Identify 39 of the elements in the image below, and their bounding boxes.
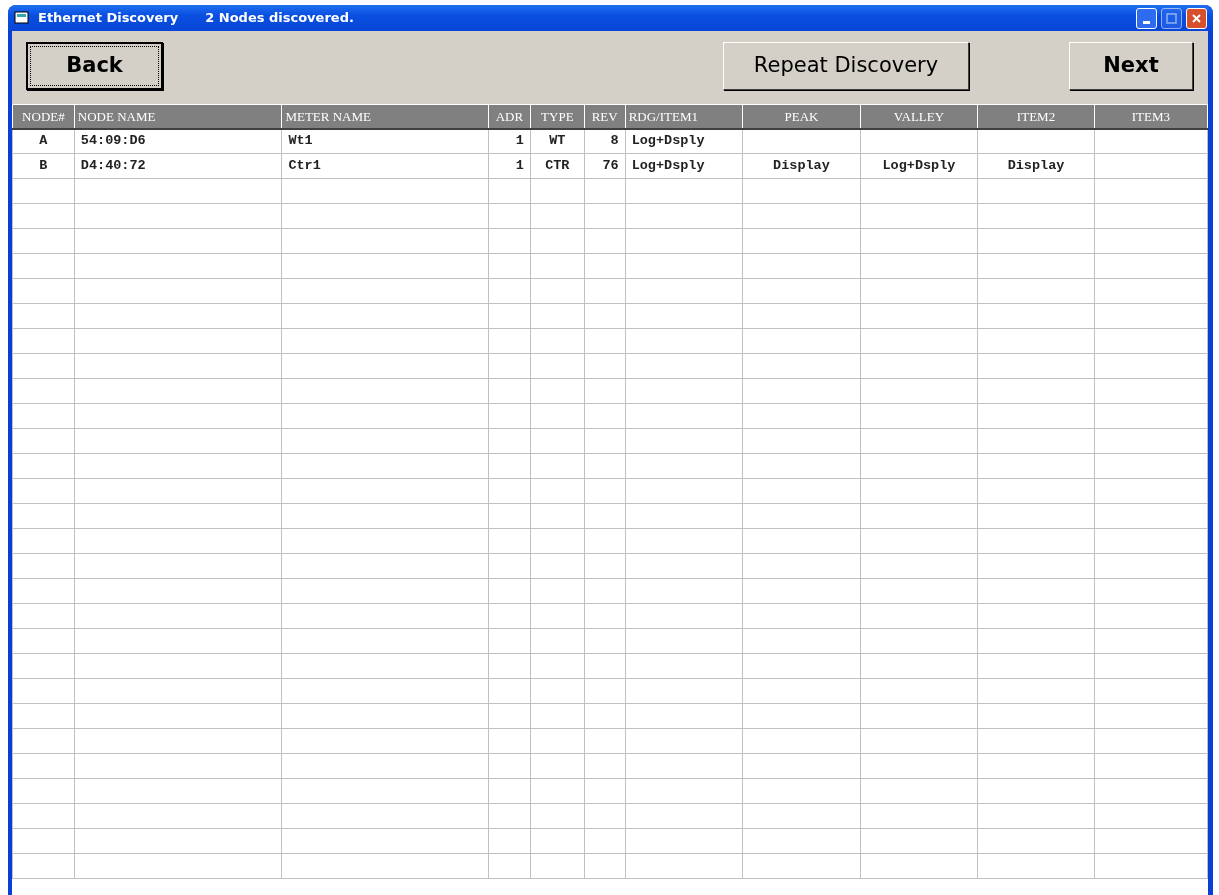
- maximize-icon: [1166, 12, 1177, 24]
- column-header: ADR: [495, 108, 524, 124]
- status-text: 2 Nodes discovered.: [205, 9, 354, 28]
- table-cell: WT: [549, 133, 566, 149]
- table-cell: Wt1: [288, 133, 313, 149]
- table-cell: D4:40:72: [80, 157, 146, 173]
- table-cell: 1: [515, 133, 524, 149]
- column-header: REV: [591, 108, 618, 124]
- table-cell: Log+Dsply: [631, 133, 705, 149]
- toolbar-button[interactable]: Repeat Discovery: [723, 41, 969, 90]
- column-header: ITEM3: [1131, 108, 1170, 124]
- close-button[interactable]: [1186, 7, 1207, 29]
- column-header: METER NAME: [285, 108, 371, 124]
- close-icon: [1191, 12, 1202, 24]
- table-cell: Log+Dsply: [882, 157, 956, 173]
- table-cell: 8: [610, 133, 619, 149]
- table-cell: A: [39, 133, 48, 149]
- column-header: ITEM2: [1016, 108, 1056, 124]
- window-title: Ethernet Discovery: [38, 9, 179, 28]
- column-header: NODE#: [22, 108, 65, 124]
- table-cell: CTR: [545, 157, 570, 173]
- table-cell: Log+Dsply: [631, 157, 705, 173]
- app-icon: [14, 11, 30, 25]
- minimize-button[interactable]: [1136, 7, 1157, 29]
- table-cell: 76: [602, 157, 619, 173]
- toolbar-button[interactable]: Next: [1069, 41, 1193, 90]
- toolbar-button[interactable]: Back: [26, 41, 163, 90]
- column-header: NODE NAME: [77, 108, 156, 124]
- table-cell: B: [39, 157, 48, 173]
- table-cell: 54:09:D6: [80, 133, 146, 149]
- minimize-icon: [1143, 20, 1150, 24]
- column-header: VALLEY: [893, 108, 945, 124]
- column-header: RDG/ITEM1: [628, 108, 698, 124]
- table-cell: Display: [773, 157, 830, 173]
- column-header: TYPE: [541, 108, 574, 124]
- column-header: PEAK: [784, 108, 819, 124]
- table-cell: 1: [515, 157, 524, 173]
- table-cell: Ctr1: [288, 157, 321, 173]
- table-cell: Display: [1007, 157, 1065, 173]
